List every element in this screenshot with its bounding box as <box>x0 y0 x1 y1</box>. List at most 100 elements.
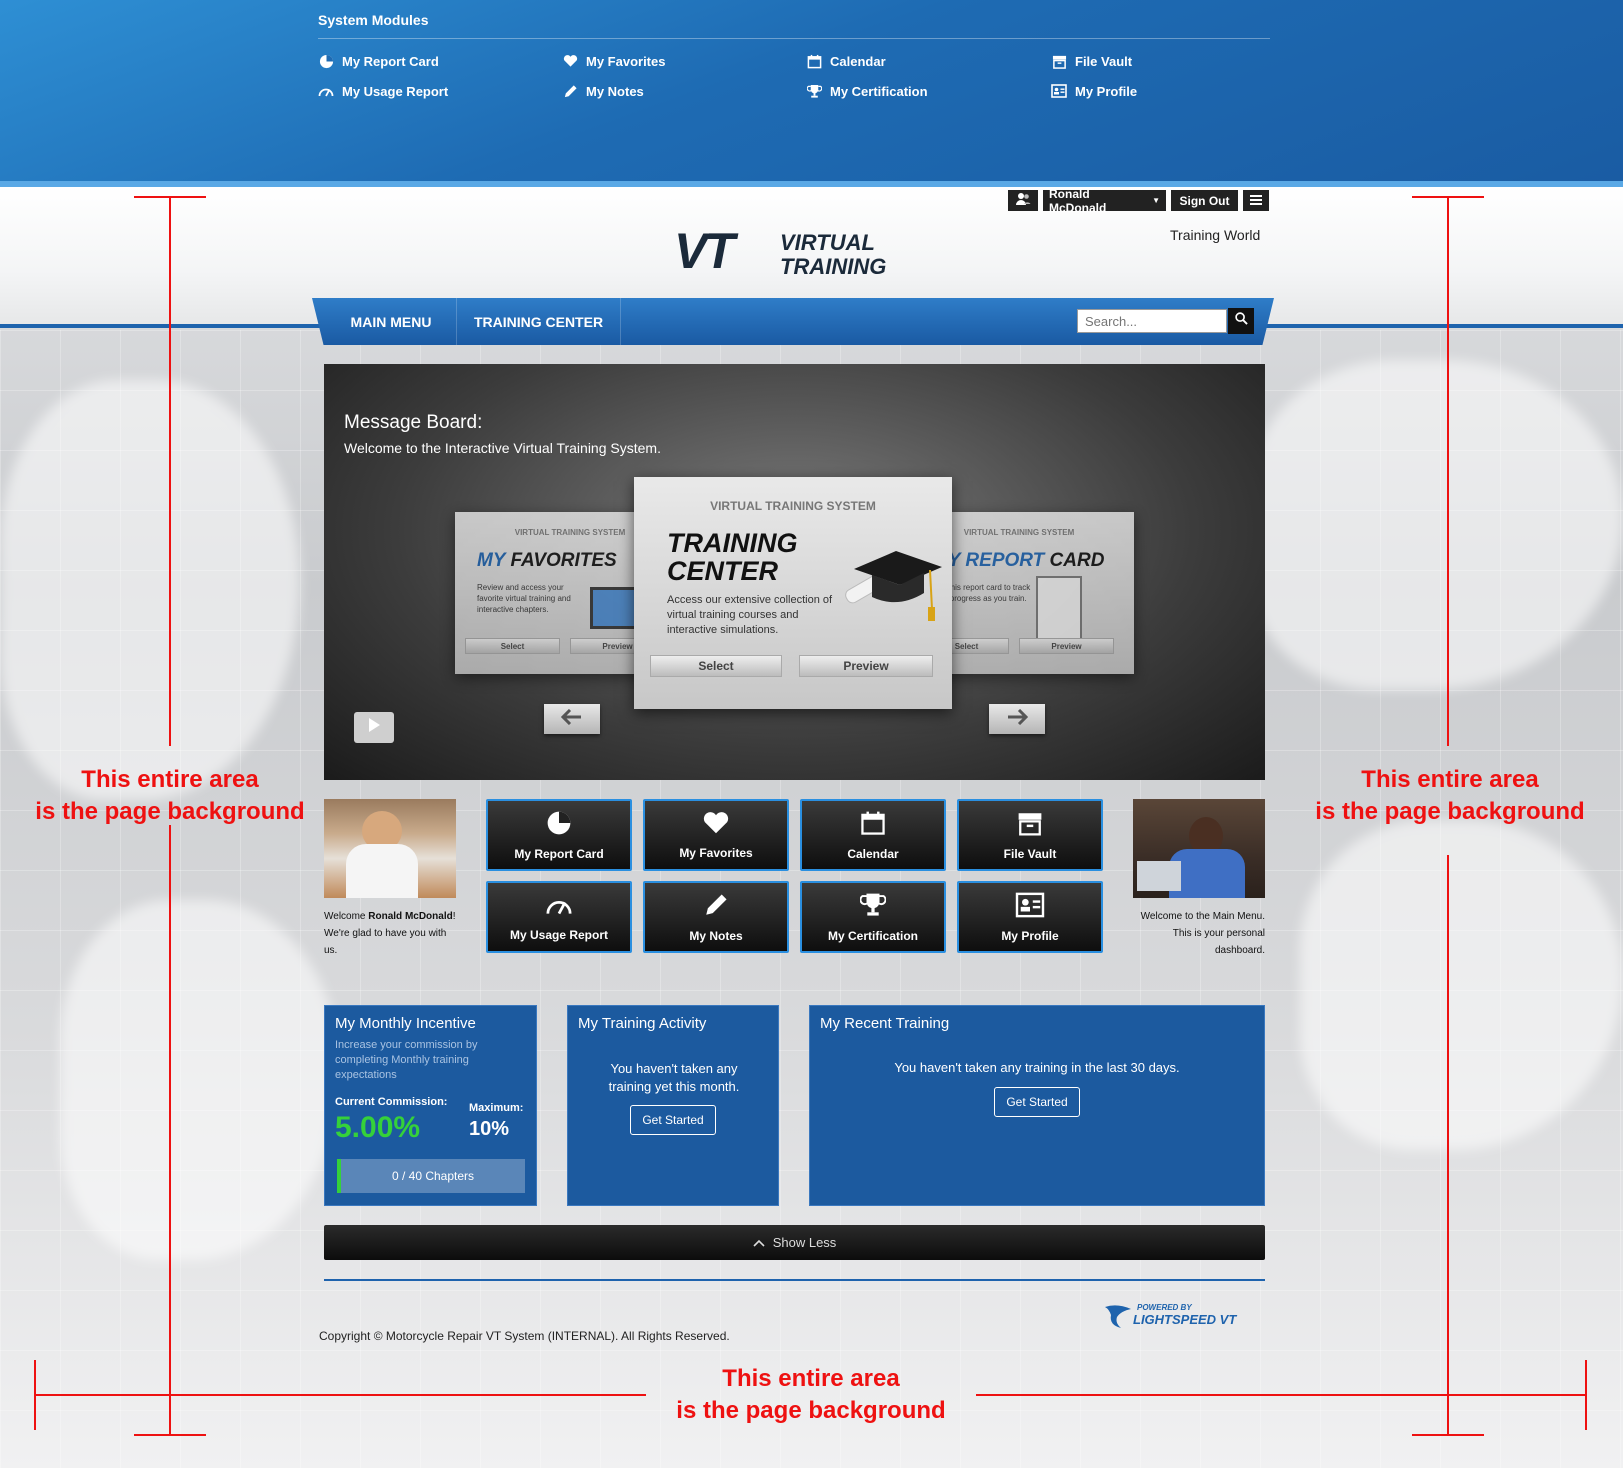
card-preview-button[interactable]: Preview <box>1019 638 1114 654</box>
panel-title: My Training Activity <box>578 1015 707 1032</box>
maximum-value: 10% <box>469 1118 510 1140</box>
sign-out-button[interactable]: Sign Out <box>1171 190 1238 211</box>
module-label: My Favorites <box>586 53 666 69</box>
tile-label: File Vault <box>1003 846 1057 861</box>
users-button[interactable] <box>1008 190 1038 211</box>
annotation-line <box>34 1394 646 1396</box>
module-label: Calendar <box>830 53 886 69</box>
caret-down-icon: ▼ <box>1152 196 1160 205</box>
get-started-button[interactable]: Get Started <box>630 1105 716 1135</box>
logo-text-line1: VIRTUAL <box>780 230 875 255</box>
tile-report-card[interactable]: My Report Card <box>486 799 632 871</box>
tile-usage-report[interactable]: My Usage Report <box>486 881 632 953</box>
get-started-button[interactable]: Get Started <box>994 1087 1080 1117</box>
tile-calendar[interactable]: Calendar <box>800 799 946 871</box>
annotation-bracket <box>1412 1434 1484 1436</box>
nav-main-menu[interactable]: MAIN MENU <box>326 298 457 345</box>
system-modules-title: System Modules <box>318 12 429 28</box>
heart-icon <box>562 53 578 69</box>
welcome-message-right: Welcome to the Main Menu. This is your p… <box>1140 911 1265 956</box>
show-less-button[interactable]: Show Less <box>324 1225 1265 1260</box>
module-link-certification[interactable]: My Certification <box>806 83 928 99</box>
hamburger-icon <box>1250 194 1262 208</box>
maximum-label: Maximum: <box>469 1102 524 1114</box>
tile-favorites[interactable]: My Favorites <box>643 799 789 871</box>
nav-training-center[interactable]: TRAINING CENTER <box>457 298 621 345</box>
annotation-line1: This entire area <box>722 1365 900 1392</box>
annotation-line2: is the page background <box>1315 798 1585 825</box>
powered-by-text: POWERED BY <box>1137 1303 1192 1312</box>
card-select-button[interactable]: Select <box>650 655 782 677</box>
welcome-message-left: Welcome Ronald McDonald! We're glad to h… <box>324 908 459 959</box>
card-title: MY REPORT CARD <box>932 550 1105 571</box>
progress-text: 0 / 40 Chapters <box>391 1169 475 1183</box>
site-name: Training World <box>1170 227 1261 243</box>
card-select-button[interactable]: Select <box>465 638 560 654</box>
gauge-icon <box>318 83 334 99</box>
heart-icon <box>702 811 730 840</box>
tile-label: My Certification <box>827 928 918 943</box>
show-less-label: Show Less <box>772 1235 837 1250</box>
arrow-left-icon <box>560 708 583 730</box>
annotation-line <box>1447 196 1449 746</box>
tile-label: My Usage Report <box>509 927 609 942</box>
carousel-play-button[interactable] <box>354 712 394 743</box>
module-link-report-card[interactable]: My Report Card <box>318 53 439 69</box>
lightspeed-vt-logo[interactable]: POWERED BY LIGHTSPEED VT <box>1103 1301 1268 1331</box>
annotation-line <box>1447 855 1449 1435</box>
tile-label: My Favorites <box>679 845 753 860</box>
virtual-training-logo[interactable]: VT VIRTUAL TRAINING <box>672 223 902 280</box>
man-with-laptop-photo <box>1133 799 1265 898</box>
annotation-bottom: This entire area is the page background <box>651 1363 971 1427</box>
module-link-profile[interactable]: My Profile <box>1051 83 1137 99</box>
archive-icon <box>1051 53 1067 69</box>
card-preview-button[interactable]: Preview <box>799 655 933 677</box>
id-card-icon <box>1015 892 1045 923</box>
tile-label: My Report Card <box>514 846 604 861</box>
module-link-usage-report[interactable]: My Usage Report <box>318 83 448 99</box>
card-description: Review and access your favorite virtual … <box>477 583 571 614</box>
module-label: My Report Card <box>342 53 439 69</box>
search-input[interactable] <box>1077 309 1227 333</box>
module-link-calendar[interactable]: Calendar <box>806 53 886 69</box>
tile-file-vault[interactable]: File Vault <box>957 799 1103 871</box>
carousel-card-training-center[interactable]: VIRTUAL TRAINING SYSTEM TRAINING CENTER … <box>634 477 952 709</box>
welcome-name: Ronald McDonald <box>368 911 453 922</box>
annotation-line2: is the page background <box>35 798 305 825</box>
tile-certification[interactable]: My Certification <box>800 881 946 953</box>
module-label: File Vault <box>1075 53 1133 69</box>
carousel-prev-button[interactable] <box>544 704 600 734</box>
pie-chart-icon <box>318 53 334 69</box>
annotation-line1: This entire area <box>1361 766 1539 793</box>
pencil-icon <box>703 892 729 923</box>
module-link-favorites[interactable]: My Favorites <box>562 53 665 69</box>
tile-label: My Notes <box>689 928 743 943</box>
module-label: My Notes <box>586 83 644 99</box>
calendar-icon <box>806 53 822 69</box>
hamburger-menu-button[interactable] <box>1243 190 1269 211</box>
card-kicker: VIRTUAL TRAINING SYSTEM <box>710 499 876 513</box>
module-link-notes[interactable]: My Notes <box>562 83 644 99</box>
play-icon <box>367 717 381 738</box>
divider <box>318 38 1270 39</box>
annotation-bracket <box>134 1434 206 1436</box>
annotation-bracket <box>1585 1360 1587 1430</box>
incentive-description: Increase your commission by completing M… <box>335 1039 478 1081</box>
arrow-right-icon <box>1006 708 1029 730</box>
module-label: My Certification <box>830 83 928 99</box>
message-board-subtitle: Welcome to the Interactive Virtual Train… <box>344 440 661 456</box>
panel-title: My Monthly Incentive <box>335 1015 476 1032</box>
user-menu-dropdown[interactable]: Ronald McDonald ▼ <box>1043 187 1166 215</box>
tile-notes[interactable]: My Notes <box>643 881 789 953</box>
tile-profile[interactable]: My Profile <box>957 881 1103 953</box>
pie-chart-icon <box>546 810 572 841</box>
module-link-file-vault[interactable]: File Vault <box>1051 53 1132 69</box>
message-board-carousel: Message Board: Welcome to the Interactiv… <box>324 364 1265 780</box>
carousel-next-button[interactable] <box>989 704 1045 734</box>
annotation-line <box>976 1394 1586 1396</box>
module-label: My Profile <box>1075 83 1138 99</box>
card-description: Access our extensive collection of virtu… <box>667 594 833 636</box>
search-button[interactable] <box>1228 308 1254 334</box>
copyright-text: Copyright © Motorcycle Repair VT System … <box>319 1329 730 1343</box>
search-icon <box>1234 312 1248 330</box>
